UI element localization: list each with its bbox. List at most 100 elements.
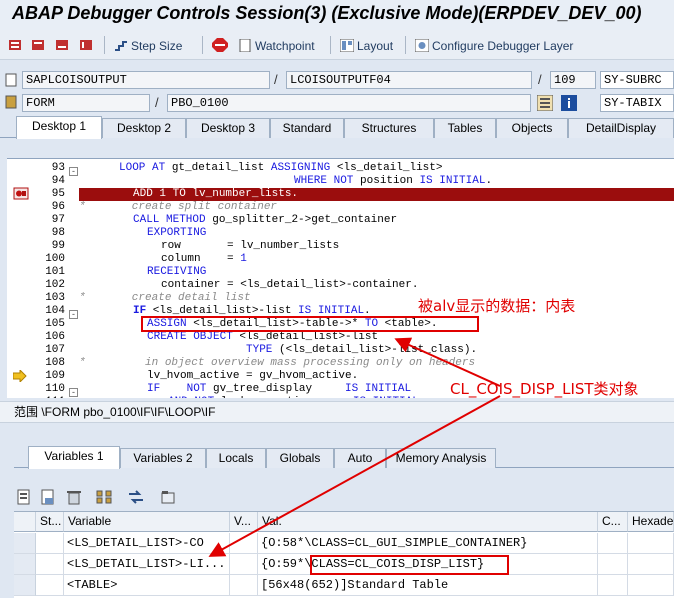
annotation-box-class — [310, 555, 509, 575]
transfer-icon[interactable] — [128, 489, 144, 505]
tab-variables-1[interactable]: Variables 1 — [28, 446, 120, 469]
variable-value[interactable]: {O:58*\CLASS=CL_GUI_SIMPLE_CONTAINER} — [258, 533, 598, 554]
line-number: 101 — [45, 266, 65, 278]
line-number: 106 — [45, 331, 65, 343]
breakpoint-tool-icons[interactable] — [8, 38, 94, 52]
layout-icon — [340, 39, 354, 52]
code-line-108: * in object overview mass processing onl… — [79, 357, 476, 369]
variable-value[interactable]: [56x48(652)]Standard Table — [258, 575, 598, 596]
watchpoint-label: Watchpoint — [255, 38, 315, 53]
code-line-99: row = lv_number_lists — [161, 240, 340, 252]
variable-name[interactable]: <LS_DETAIL_LIST>-LI... — [64, 554, 230, 575]
layout-label: Layout — [357, 38, 394, 53]
save-variables-icon[interactable] — [40, 489, 56, 505]
line-number: 98 — [51, 227, 65, 239]
delete-icon[interactable] — [66, 489, 82, 505]
window-title-bar: ABAP Debugger Controls Session(3) (Exclu… — [0, 0, 674, 30]
code-line-94: WHERE NOT position IS INITIAL. — [294, 175, 493, 187]
tab-auto[interactable]: Auto — [334, 448, 386, 468]
line-number: 110 — [45, 383, 65, 395]
code-line-96: * create split container — [79, 201, 278, 213]
variable-name[interactable]: <TABLE> — [64, 575, 230, 596]
line-number: 109 — [45, 370, 65, 382]
export-icon[interactable] — [160, 489, 176, 505]
line-number: 105 — [45, 318, 65, 330]
tab-desktop-1[interactable]: Desktop 1 — [16, 116, 102, 139]
tab-objects[interactable]: Objects — [496, 118, 568, 138]
code-line-93: LOOP AT gt_detail_list ASSIGNING <ls_det… — [119, 162, 443, 174]
configure-icon — [415, 39, 429, 52]
column-value[interactable]: Val. — [258, 512, 598, 532]
line-number: 102 — [45, 279, 65, 291]
line-number: 97 — [51, 214, 65, 226]
tab-standard[interactable]: Standard — [270, 118, 344, 138]
line-field[interactable]: 109 — [550, 71, 596, 89]
layout-button[interactable]: Layout — [340, 37, 393, 54]
row-selector[interactable] — [14, 554, 36, 575]
value-prefix: {O:59*\ — [261, 557, 312, 571]
tab-desktop-3[interactable]: Desktop 3 — [186, 118, 270, 138]
watchpoint-button[interactable]: Watchpoint — [238, 37, 315, 54]
line-number: 100 — [45, 253, 65, 265]
window-title: ABAP Debugger Controls Session(3) (Exclu… — [12, 3, 642, 23]
stop-icon[interactable] — [212, 38, 228, 52]
line-number: 111 — [39, 396, 65, 398]
detail-view-icon[interactable] — [16, 489, 32, 505]
watchpoint-icon — [239, 39, 251, 52]
info-icon[interactable] — [561, 95, 577, 111]
tab-tables[interactable]: Tables — [434, 118, 496, 138]
program-field[interactable]: SAPLCOISOUTPUT — [22, 71, 270, 89]
sysvar-field-2[interactable]: SY-TABIX — [600, 94, 674, 112]
code-line-95: ADD 1 TO lv_number_lists. — [133, 188, 299, 200]
tab-desktop-2[interactable]: Desktop 2 — [102, 118, 186, 138]
table-row — [36, 533, 64, 554]
current-line-arrow-icon — [13, 370, 27, 382]
code-line-106: CREATE OBJECT <ls_detail_list>-list — [147, 331, 379, 343]
line-number: 96 — [51, 201, 65, 213]
column-status[interactable]: St... — [36, 512, 64, 532]
tab-locals[interactable]: Locals — [206, 448, 266, 468]
tab-globals[interactable]: Globals — [266, 448, 334, 468]
variable-name[interactable]: <LS_DETAIL_LIST>-CO — [64, 533, 230, 554]
code-line-102: container = <ls_detail_list>-container. — [161, 279, 419, 291]
source-code-panel[interactable]: 93 94 95 96 97 98 99 100 101 102 103 104 105 106 107 10… — [7, 158, 674, 398]
program-icon — [5, 73, 17, 87]
event-type-field[interactable]: FORM — [22, 94, 150, 112]
code-line-98: EXPORTING — [147, 227, 207, 239]
annotation-box-assign — [141, 316, 479, 332]
sort-icon[interactable] — [96, 489, 112, 505]
tab-variables-2[interactable]: Variables 2 — [120, 448, 206, 468]
line-number: 95 — [51, 188, 65, 200]
grid-icon[interactable] — [537, 95, 553, 111]
column-c[interactable]: C... — [598, 512, 628, 532]
row-selector[interactable] — [14, 533, 36, 554]
step-size-button[interactable]: Step Size — [114, 37, 182, 54]
include-field[interactable]: LCOISOUTPUTF04 — [286, 71, 532, 89]
configure-layer-button[interactable]: Configure Debugger Layer — [415, 37, 573, 54]
variables-toolbar — [14, 486, 674, 508]
code-line-111: AND NOT lv_hvom_active IS INITIAL — [168, 396, 419, 398]
debugger-toolbar: Step Size Watchpoint Layout Configure De… — [0, 30, 674, 60]
event-name-field[interactable]: PBO_0100 — [167, 94, 531, 112]
line-number: 104 — [45, 305, 65, 317]
line-number: 99 — [51, 240, 65, 252]
event-icon — [5, 95, 17, 109]
code-line-103: * create detail list — [79, 292, 251, 304]
variable-tabs: Variables 1 Variables 2 Locals Globals A… — [14, 446, 674, 469]
code-line-97: CALL METHOD go_splitter_2->get_container — [133, 214, 398, 226]
column-v[interactable]: V... — [230, 512, 258, 532]
column-hexadecimal[interactable]: Hexadec — [628, 512, 674, 532]
step-size-label: Step Size — [131, 38, 183, 53]
breakpoint-icon[interactable] — [13, 187, 29, 201]
row-selector[interactable] — [14, 575, 36, 596]
sysvar-field-1[interactable]: SY-SUBRC — [600, 71, 674, 89]
line-number: 103 — [45, 292, 65, 304]
tab-structures[interactable]: Structures — [344, 118, 434, 138]
tab-memory-analysis[interactable]: Memory Analysis — [386, 448, 496, 468]
line-number: 94 — [51, 175, 65, 187]
code-line-109: lv_hvom_active = gv_hvom_active. — [147, 370, 359, 382]
line-number: 107 — [45, 344, 65, 356]
column-variable[interactable]: Variable — [64, 512, 230, 532]
code-line-100: column = 1 — [161, 253, 247, 265]
tab-detail-display[interactable]: DetailDisplay — [568, 118, 674, 138]
